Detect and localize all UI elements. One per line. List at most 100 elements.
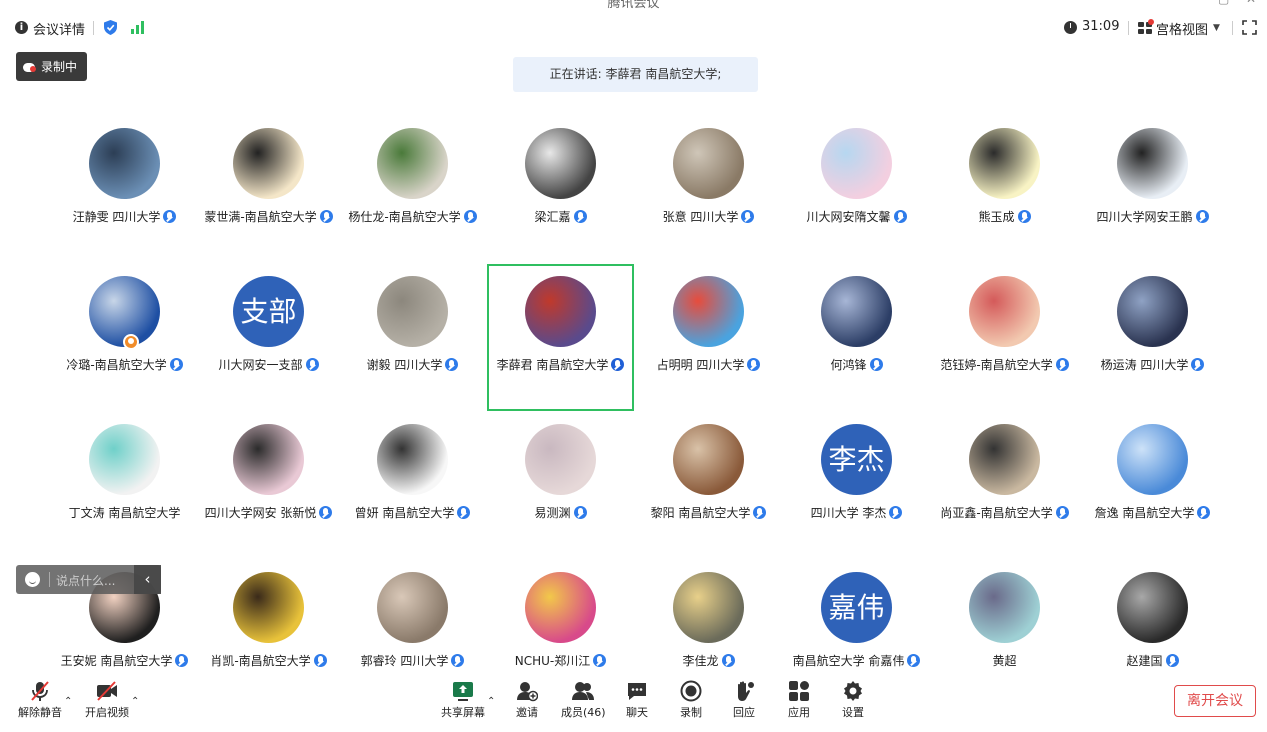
participant-name: 曾妍 南昌航空大学 bbox=[333, 504, 492, 521]
record-button[interactable]: 录制 bbox=[680, 680, 702, 720]
participant-tile[interactable]: 熊玉成 bbox=[931, 128, 1078, 275]
raise-hand-icon bbox=[738, 681, 754, 701]
participant-tile[interactable]: 丁文涛 南昌航空大学 bbox=[51, 424, 198, 571]
participant-tile[interactable]: 冷璐-南昌航空大学 bbox=[51, 276, 198, 423]
reactions-button[interactable]: 回应 bbox=[733, 680, 755, 720]
participant-tile[interactable]: 蒙世满-南昌航空大学 bbox=[195, 128, 342, 275]
participant-tile[interactable]: 梁汇嘉 bbox=[487, 128, 634, 275]
participant-tile[interactable]: 占明明 四川大学 bbox=[635, 276, 782, 423]
participant-name: 川大网安隋文馨 bbox=[777, 208, 936, 225]
mic-status-icon bbox=[1055, 358, 1069, 371]
avatar bbox=[673, 276, 744, 347]
participant-tile[interactable]: 詹逸 南昌航空大学 bbox=[1079, 424, 1226, 571]
info-icon[interactable]: i bbox=[15, 21, 28, 34]
participant-tile[interactable]: 曾妍 南昌航空大学 bbox=[339, 424, 486, 571]
minimize-icon[interactable]: ▢ bbox=[1218, 0, 1229, 6]
participant-name-text: 杨运涛 四川大学 bbox=[1100, 358, 1189, 372]
participant-tile[interactable]: 范钰婷-南昌航空大学 bbox=[931, 276, 1078, 423]
participant-name-text: 川大网安一支部 bbox=[218, 358, 303, 372]
participant-tile[interactable]: 尚亚鑫-南昌航空大学 bbox=[931, 424, 1078, 571]
recording-badge[interactable]: 录制中 bbox=[16, 52, 87, 81]
participant-name-text: 詹逸 南昌航空大学 bbox=[1094, 506, 1195, 520]
chevron-up-icon[interactable]: ⌃ bbox=[487, 696, 495, 707]
participant-name-text: 熊玉成 bbox=[978, 210, 1015, 224]
meeting-info-link[interactable]: 会议详情 bbox=[33, 19, 85, 38]
emoji-icon[interactable] bbox=[25, 572, 40, 587]
chevron-up-icon[interactable]: ⌃ bbox=[131, 696, 139, 707]
participant-tile[interactable]: 何鸿锋 bbox=[783, 276, 930, 423]
participant-name: 黄超 bbox=[925, 652, 1084, 669]
participant-name: 肖凯-南昌航空大学 bbox=[189, 652, 348, 669]
unmute-button[interactable]: 解除静音 bbox=[18, 680, 62, 720]
avatar bbox=[233, 572, 304, 643]
members-icon bbox=[572, 682, 595, 700]
participant-name-text: 张意 四川大学 bbox=[662, 210, 739, 224]
participant-name: 占明明 四川大学 bbox=[629, 356, 788, 373]
view-mode-dropdown[interactable]: 宫格视图 ▼ bbox=[1138, 17, 1220, 39]
participant-tile[interactable]: 谢毅 四川大学 bbox=[339, 276, 486, 423]
start-video-button[interactable]: 开启视频 bbox=[85, 680, 129, 720]
divider bbox=[49, 572, 50, 587]
participant-name-text: 曾妍 南昌航空大学 bbox=[354, 506, 455, 520]
participant-name: 尚亚鑫-南昌航空大学 bbox=[925, 504, 1084, 521]
participant-tile[interactable]: 李杰 四川大学 李杰 bbox=[783, 424, 930, 571]
mic-status-icon bbox=[313, 654, 327, 667]
record-label: 录制 bbox=[680, 706, 702, 719]
mic-status-icon bbox=[611, 358, 625, 371]
participant-name: 李薛君 南昌航空大学 bbox=[483, 356, 638, 373]
chat-label: 聊天 bbox=[626, 706, 648, 719]
participant-tile[interactable]: 黎阳 南昌航空大学 bbox=[635, 424, 782, 571]
quick-chat-popup[interactable]: 说点什么... ‹ bbox=[16, 565, 161, 594]
mic-status-icon bbox=[451, 654, 465, 667]
collapse-chevron-icon[interactable]: ‹ bbox=[134, 565, 161, 594]
close-icon[interactable]: ✕ bbox=[1246, 0, 1256, 6]
participant-tile[interactable]: 杨仕龙-南昌航空大学 bbox=[339, 128, 486, 275]
leave-meeting-button[interactable]: 离开会议 bbox=[1174, 685, 1256, 717]
chat-input[interactable]: 说点什么... bbox=[56, 572, 115, 589]
participant-tile[interactable]: 杨运涛 四川大学 bbox=[1079, 276, 1226, 423]
security-shield-icon[interactable] bbox=[104, 20, 117, 35]
mic-muted-icon bbox=[31, 681, 49, 701]
avatar bbox=[525, 276, 596, 347]
settings-button[interactable]: 设置 bbox=[842, 680, 864, 720]
participant-tile[interactable]: 川大网安隋文馨 bbox=[783, 128, 930, 275]
chevron-up-icon[interactable]: ⌃ bbox=[64, 696, 72, 707]
participant-name: 李佳龙 bbox=[629, 652, 788, 669]
grid-view-icon bbox=[1138, 18, 1154, 35]
mic-status-icon bbox=[747, 358, 761, 371]
participant-name: 赵建国 bbox=[1073, 652, 1232, 669]
participant-tile[interactable]: 汪静雯 四川大学 bbox=[51, 128, 198, 275]
participant-tile[interactable]: 支部 川大网安一支部 bbox=[195, 276, 342, 423]
participant-name-text: 蒙世满-南昌航空大学 bbox=[204, 210, 317, 224]
participant-name-text: 杨仕龙-南昌航空大学 bbox=[348, 210, 461, 224]
mic-status-icon bbox=[169, 358, 183, 371]
participant-tile[interactable]: 四川大学网安王鹏 bbox=[1079, 128, 1226, 275]
mic-status-icon bbox=[573, 506, 587, 519]
avatar bbox=[377, 572, 448, 643]
mic-status-icon bbox=[1055, 506, 1069, 519]
participant-tile[interactable]: 张意 四川大学 bbox=[635, 128, 782, 275]
participant-name-text: 黄超 bbox=[992, 654, 1017, 668]
share-screen-icon bbox=[453, 682, 473, 701]
mic-status-icon bbox=[163, 210, 177, 223]
invite-button[interactable]: 邀请 bbox=[516, 680, 538, 720]
participant-tile[interactable]: 四川大学网安 张新悦 bbox=[195, 424, 342, 571]
participant-name-text: 占明明 四川大学 bbox=[656, 358, 745, 372]
chat-button[interactable]: 聊天 bbox=[626, 680, 648, 720]
chevron-down-icon: ▼ bbox=[1213, 23, 1220, 33]
share-screen-button[interactable]: 共享屏幕 bbox=[441, 680, 485, 720]
avatar bbox=[1117, 276, 1188, 347]
avatar bbox=[673, 128, 744, 199]
network-signal-icon[interactable] bbox=[130, 21, 146, 34]
mic-status-icon bbox=[1165, 654, 1179, 667]
members-button[interactable]: 成员(46) bbox=[561, 680, 606, 720]
participant-tile[interactable]: 易测渊 bbox=[487, 424, 634, 571]
participant-name: 四川大学网安 张新悦 bbox=[189, 504, 348, 521]
participant-name-text: NCHU-郑川江 bbox=[514, 654, 591, 668]
participant-name-text: 丁文涛 南昌航空大学 bbox=[68, 506, 181, 520]
participant-name: 汪静雯 四川大学 bbox=[45, 208, 204, 225]
fullscreen-icon[interactable] bbox=[1242, 20, 1257, 35]
participant-name-text: 四川大学 李杰 bbox=[810, 506, 887, 520]
apps-button[interactable]: 应用 bbox=[788, 680, 810, 720]
participant-tile[interactable]: 李薛君 南昌航空大学 bbox=[487, 264, 634, 411]
